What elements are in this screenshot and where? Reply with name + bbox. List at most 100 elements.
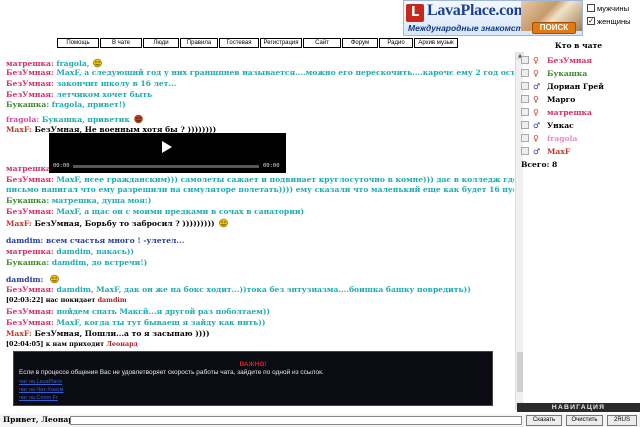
chat-author[interactable]: БезУмная <box>6 207 51 216</box>
ad-banner[interactable]: L LavaPlace.com Международные знакомства… <box>403 0 583 36</box>
chat-message: Букашка: матрешка, душа моя:) <box>6 196 151 205</box>
system-text: к нам приходит <box>45 340 105 348</box>
female-checkbox[interactable]: ✓ <box>587 17 595 25</box>
nav-button[interactable]: Архив музык <box>414 38 458 48</box>
user-list-item[interactable]: ♂ Ункас <box>521 119 574 131</box>
male-checkbox[interactable] <box>587 4 595 12</box>
chat-message: MaxF: БезУмная, Борьбу то забросил ? )))… <box>6 218 229 228</box>
user-list-item[interactable]: ♂ Дориан Грей <box>521 80 604 92</box>
chat-author[interactable]: БезУмная <box>6 68 51 77</box>
user-name[interactable]: Марго <box>547 95 575 104</box>
smiley-icon <box>218 218 228 228</box>
chat-text: матрешка, душа моя:) <box>51 196 152 205</box>
user-select-icon[interactable] <box>521 69 529 77</box>
user-name[interactable]: матрешка <box>547 108 592 117</box>
nav-button[interactable]: Гостевая <box>219 38 259 48</box>
nav-button[interactable]: Регистрация <box>260 38 302 48</box>
video-player[interactable]: 00:00 00:00 <box>49 133 286 173</box>
chat-author[interactable]: БезУмная <box>6 175 51 184</box>
send-button[interactable]: Сказать <box>526 415 562 426</box>
chat-author[interactable]: матрешка <box>6 164 51 173</box>
chat-author[interactable]: БезУмная <box>6 285 51 294</box>
chat-message: fragola: Букашка, приветик <box>6 114 144 124</box>
chat-author[interactable]: БезУмная <box>6 79 51 88</box>
gender-option-male[interactable]: мужчины <box>587 2 640 14</box>
chat-text: damdim, MaxF, дак он же на бокс ходит...… <box>56 285 471 294</box>
chat-author[interactable]: Букашка <box>6 100 46 109</box>
chat-text: письмо напигал что ему разрешили на симу… <box>6 185 514 194</box>
system-message: [02:04:05] к нам приходит Леонард <box>6 340 138 348</box>
user-select-icon[interactable] <box>521 56 529 64</box>
warning-link[interactable]: чат на LavaPlace <box>19 379 62 385</box>
chat-author[interactable]: damdim <box>6 236 41 245</box>
chat-message: письмо напигал что ему разрешили на симу… <box>6 185 514 194</box>
navigation-heading[interactable]: НАВИГАЦИЯ <box>517 403 640 412</box>
chat-text: MaxF, а щас он с моими предками в сочах … <box>56 207 305 216</box>
user-list-item[interactable]: ♀ матрешка <box>521 106 592 118</box>
chat-author[interactable]: MaxF <box>6 125 29 134</box>
user-list-item[interactable]: ♀ fragola <box>521 132 577 144</box>
system-user[interactable]: damdim <box>98 296 127 304</box>
user-name[interactable]: Дориан Грей <box>547 82 604 91</box>
user-select-icon[interactable] <box>521 108 529 116</box>
female-icon: ♀ <box>533 68 539 78</box>
user-select-icon[interactable] <box>521 95 529 103</box>
chat-author[interactable]: Букашка <box>6 258 46 267</box>
play-icon[interactable] <box>162 141 172 153</box>
chat-author[interactable]: БезУмная <box>6 307 51 316</box>
chat-author[interactable]: матрешка <box>6 59 51 68</box>
chat-message: матрешка: <box>6 164 54 173</box>
user-select-icon[interactable] <box>521 121 529 129</box>
system-time: [02:04:05] <box>6 340 44 348</box>
gender-label: женщины <box>597 16 631 26</box>
ad-tagline: Международные знакомства <box>408 23 533 33</box>
chat-author[interactable]: MaxF <box>6 329 29 338</box>
input-bar: Привет, Леонард! Сказать Очистить 2RUS <box>0 414 640 427</box>
user-select-icon[interactable] <box>521 147 529 155</box>
chat-author[interactable]: fragola <box>6 115 36 124</box>
user-list-item[interactable]: ♀ БезУмная <box>521 54 592 66</box>
nav-button[interactable]: Правила <box>180 38 218 48</box>
nav-button[interactable]: Люди <box>143 38 179 48</box>
chat-text: MaxF, а следующий год у них граншпнев на… <box>56 68 514 77</box>
message-input[interactable] <box>70 416 522 425</box>
chat-message: БезУмная: MaxF, нєее гражданским))) само… <box>6 175 514 184</box>
user-name[interactable]: Ункас <box>547 121 574 130</box>
ad-logo-icon: L <box>406 4 424 22</box>
nav-button[interactable]: Радио <box>379 38 413 48</box>
chat-author[interactable]: БезУмная <box>6 318 51 327</box>
clear-button[interactable]: Очистить <box>566 415 603 426</box>
nav-button[interactable]: Форум <box>342 38 378 48</box>
user-select-icon[interactable] <box>521 134 529 142</box>
user-name[interactable]: БезУмная <box>547 56 592 65</box>
user-name[interactable]: Букашка <box>547 69 587 78</box>
system-user[interactable]: Леонард <box>106 340 138 348</box>
user-select-icon[interactable] <box>521 82 529 90</box>
ad-search-button[interactable]: ПОИСК <box>532 22 576 34</box>
female-icon: ♀ <box>533 55 539 65</box>
user-list-item[interactable]: ♀ Букашка <box>521 67 587 79</box>
chat-author[interactable]: БезУмная <box>6 90 51 99</box>
warning-link[interactable]: чат на Чат-Хазом <box>19 387 63 393</box>
mode-button[interactable]: 2RUS <box>607 415 637 426</box>
chat-text: fragola, <box>56 59 90 68</box>
warning-link[interactable]: чат на Cmon.Fr <box>19 395 58 401</box>
chat-text: MaxF, нєее гражданским))) самолеты сажае… <box>56 175 514 184</box>
chat-author[interactable]: damdim <box>6 275 41 284</box>
chat-message: БезУмная: damdim, MaxF, дак он же на бок… <box>6 285 471 294</box>
nav-button[interactable]: Сайт <box>303 38 341 48</box>
chat-author[interactable]: Букашка <box>6 196 46 205</box>
user-list-item[interactable]: ♂ MaxF <box>521 145 570 157</box>
chat-message: Букашка: fragola, привет!) <box>6 100 126 109</box>
chat-author[interactable]: матрешка <box>6 247 51 256</box>
video-progress-bar[interactable] <box>73 165 259 168</box>
user-list-item[interactable]: ♀ Марго <box>521 93 575 105</box>
gender-label: мужчины <box>597 3 630 13</box>
chat-author[interactable]: MaxF <box>6 219 29 228</box>
nav-bar: Помощь В чате Люди Правила Гостевая Регистрац… <box>57 38 463 48</box>
user-name[interactable]: fragola <box>547 134 577 143</box>
gender-option-female[interactable]: ✓ женщины <box>587 15 640 27</box>
user-name[interactable]: MaxF <box>547 147 570 156</box>
nav-button[interactable]: В чате <box>100 38 142 48</box>
nav-button[interactable]: Помощь <box>57 38 99 48</box>
